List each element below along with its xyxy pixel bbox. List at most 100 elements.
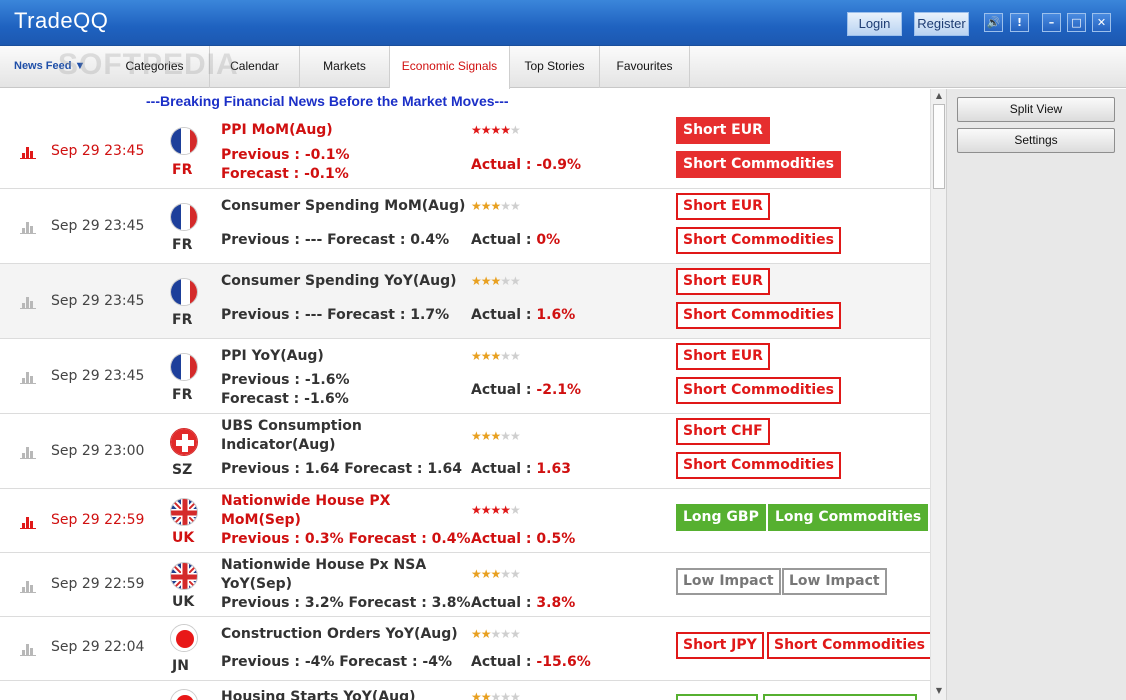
event-row[interactable]: Sep 29 22:59 UK Nationwide House PX MoM(…: [0, 489, 930, 553]
settings-button[interactable]: Settings: [957, 128, 1115, 153]
signal-badge[interactable]: Low Impact: [676, 568, 781, 595]
tab-calendar[interactable]: Calendar: [210, 46, 300, 88]
france-flag-icon: [170, 353, 198, 381]
signal-badge[interactable]: Short JPY: [676, 632, 764, 659]
event-time: Sep 29 22:04: [51, 639, 145, 655]
event-name[interactable]: Housing Starts YoY(Aug): [221, 688, 471, 700]
tab-favourites[interactable]: Favourites: [600, 46, 690, 88]
event-row[interactable]: Sep 29 22:59 UK Nationwide House Px NSA …: [0, 553, 930, 617]
country-code: FR: [172, 237, 193, 253]
signal-badge[interactable]: Long GBP: [676, 504, 766, 531]
country-code: FR: [172, 387, 193, 403]
impact-stars-icon: ★★★★★: [471, 349, 521, 363]
app-window: TradeQQ Login Register 🔊 ! – □ ✕ News Fe…: [0, 0, 1126, 700]
france-flag-icon: [170, 203, 198, 231]
event-previous-forecast: Previous : --- Forecast : 0.4%: [221, 232, 450, 248]
event-name[interactable]: PPI YoY(Aug): [221, 347, 461, 366]
event-name[interactable]: UBS Consumption Indicator(Aug): [221, 417, 391, 455]
event-row[interactable]: Sep 29 23:45 FR Consumer Spending YoY(Au…: [0, 264, 930, 339]
signal-badge[interactable]: Short Commodities: [676, 151, 841, 178]
impact-bars-icon: [20, 516, 36, 529]
sound-icon[interactable]: 🔊: [984, 13, 1003, 32]
event-row[interactable]: Sep 29 23:45 FR PPI MoM(Aug) Previous : …: [0, 113, 930, 189]
impact-stars-icon: ★★★★★: [471, 567, 521, 581]
login-button[interactable]: Login: [847, 12, 902, 36]
tab-economic-signals[interactable]: Economic Signals: [390, 46, 510, 89]
vertical-scrollbar[interactable]: ▲ ▼: [930, 89, 946, 700]
event-actual: Actual : 0%: [471, 232, 561, 248]
event-actual: Actual : -0.9%: [471, 157, 582, 173]
event-time: Sep 29 23:00: [51, 443, 145, 459]
event-forecast: Forecast : -1.6%: [221, 391, 349, 407]
signal-badge[interactable]: Short Commodities: [676, 377, 841, 404]
event-name[interactable]: PPI MoM(Aug): [221, 121, 461, 140]
event-previous-forecast: Previous : --- Forecast : 1.7%: [221, 307, 450, 323]
event-time: Sep 29 23:45: [51, 368, 145, 384]
event-row[interactable]: Sep 29 22:04 JN Construction Orders YoY(…: [0, 617, 930, 681]
event-row[interactable]: Sep 29 23:45 FR Consumer Spending MoM(Au…: [0, 189, 930, 264]
register-button[interactable]: Register: [914, 12, 969, 36]
breaking-banner: ---Breaking Financial News Before the Ma…: [146, 93, 509, 109]
event-name[interactable]: Construction Orders YoY(Aug): [221, 625, 471, 644]
impact-bars-icon: [20, 221, 36, 234]
event-time: Sep 29 22:59: [51, 576, 145, 592]
tab-top-stories[interactable]: Top Stories: [510, 46, 600, 88]
maximize-icon[interactable]: □: [1067, 13, 1086, 32]
signal-badge[interactable]: Short Commodities: [676, 302, 841, 329]
event-actual: Actual : 1.63: [471, 461, 571, 477]
signal-badge[interactable]: Short Commodities: [676, 227, 841, 254]
event-previous: Previous : -0.1%: [221, 147, 350, 163]
event-row[interactable]: Sep 29 23:45 FR PPI YoY(Aug) Previous : …: [0, 339, 930, 414]
signal-badge[interactable]: Short EUR: [676, 268, 770, 295]
signal-badge[interactable]: Short EUR: [676, 193, 770, 220]
tab-news-feed[interactable]: News Feed ▼: [0, 46, 100, 88]
scroll-down-icon[interactable]: ▼: [933, 685, 945, 697]
impact-stars-icon: ★★★★★: [471, 429, 521, 443]
event-previous-forecast: Previous : 0.3% Forecast : 0.4%: [221, 531, 471, 547]
event-name[interactable]: Nationwide House Px NSA YoY(Sep): [221, 556, 431, 594]
tab-markets[interactable]: Markets: [300, 46, 390, 88]
event-time: Sep 29 23:45: [51, 218, 145, 234]
signal-badge[interactable]: [676, 694, 758, 700]
event-name[interactable]: Nationwide House PX MoM(Sep): [221, 492, 401, 530]
event-previous: Previous : -1.6%: [221, 372, 350, 388]
alert-icon[interactable]: !: [1010, 13, 1029, 32]
japan-flag-icon: [170, 689, 198, 700]
impact-stars-icon: ★★★★★: [471, 274, 521, 288]
split-view-button[interactable]: Split View: [957, 97, 1115, 122]
event-actual: Actual : 1.6%: [471, 307, 576, 323]
close-icon[interactable]: ✕: [1092, 13, 1111, 32]
signal-badge[interactable]: Low Impact: [782, 568, 887, 595]
japan-flag-icon: [170, 624, 198, 652]
signal-badge[interactable]: Short Commodities: [676, 452, 841, 479]
scroll-up-icon[interactable]: ▲: [933, 90, 945, 102]
minimize-icon[interactable]: –: [1042, 13, 1061, 32]
tab-categories[interactable]: Categories: [100, 46, 210, 88]
signal-badge[interactable]: Short EUR: [676, 343, 770, 370]
impact-bars-icon: [20, 643, 36, 656]
signal-badge[interactable]: Short CHF: [676, 418, 770, 445]
event-actual: Actual : -2.1%: [471, 382, 582, 398]
france-flag-icon: [170, 127, 198, 155]
uk-flag-icon: [170, 498, 198, 526]
country-code: SZ: [172, 462, 193, 478]
event-row[interactable]: Housing Starts YoY(Aug) ★★★★★: [0, 681, 930, 700]
event-time: Sep 29 23:45: [51, 293, 145, 309]
signal-badge[interactable]: [763, 694, 917, 700]
app-logo: TradeQQ: [14, 8, 109, 33]
impact-bars-icon: [20, 296, 36, 309]
signal-badge[interactable]: Short EUR: [676, 117, 770, 144]
switzerland-flag-icon: [170, 428, 198, 456]
impact-bars-icon: [20, 446, 36, 459]
event-name[interactable]: Consumer Spending YoY(Aug): [221, 272, 471, 291]
event-name[interactable]: Consumer Spending MoM(Aug): [221, 197, 471, 216]
impact-bars-icon: [20, 146, 36, 159]
event-row[interactable]: Sep 29 23:00 SZ UBS Consumption Indicato…: [0, 414, 930, 489]
scroll-thumb[interactable]: [933, 104, 945, 189]
event-actual: Actual : 0.5%: [471, 531, 576, 547]
impact-stars-icon: ★★★★★: [471, 627, 521, 641]
signal-badge[interactable]: Short Commodities: [767, 632, 930, 659]
impact-stars-icon: ★★★★★: [471, 503, 521, 517]
signal-badge[interactable]: Long Commodities: [768, 504, 929, 531]
impact-bars-icon: [20, 580, 36, 593]
